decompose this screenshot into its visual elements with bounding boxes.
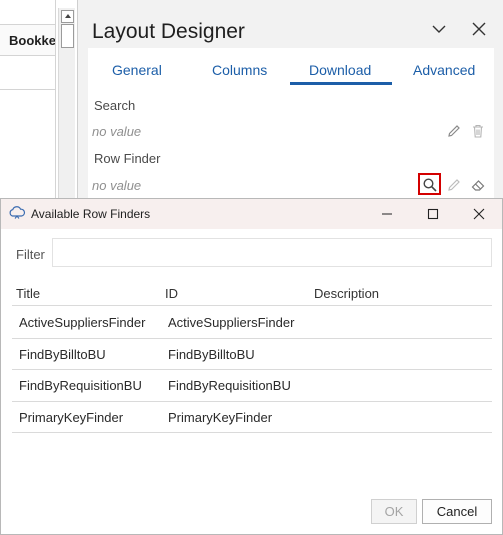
table-row[interactable]: PrimaryKeyFinder PrimaryKeyFinder: [12, 402, 492, 433]
row-title-cell: FindByBilltoBU: [19, 347, 106, 362]
table-row[interactable]: FindByBilltoBU FindByBilltoBU: [12, 339, 492, 370]
tab-general[interactable]: General: [112, 62, 162, 78]
chevron-down-icon[interactable]: [430, 20, 448, 38]
row-id-cell: ActiveSuppliersFinder: [168, 315, 295, 330]
minimize-button[interactable]: [364, 199, 410, 229]
column-header-id[interactable]: ID: [165, 286, 178, 301]
ok-button[interactable]: OK: [371, 499, 417, 524]
close-icon[interactable]: [471, 21, 487, 37]
row-finders-dialog: Available Row Finders Filter Title ID De…: [0, 198, 503, 535]
row-title-cell: ActiveSuppliersFinder: [19, 315, 146, 330]
layout-designer-panel: Layout Designer: [77, 0, 503, 200]
column-header-cell[interactable]: Bookkeeping: [0, 24, 56, 56]
filter-label: Filter: [16, 247, 45, 262]
column-header-title[interactable]: Title: [16, 286, 40, 301]
header-divider: [12, 305, 492, 306]
active-tab-indicator: [290, 82, 392, 85]
table-row[interactable]: ActiveSuppliersFinder ActiveSuppliersFin…: [12, 307, 492, 338]
dialog-close-button[interactable]: [456, 199, 502, 229]
row-title-cell: FindByRequisitionBU: [19, 378, 142, 393]
row-id-cell: PrimaryKeyFinder: [168, 410, 273, 425]
row-finder-search-button[interactable]: [418, 173, 441, 195]
tab-advanced[interactable]: Advanced: [413, 62, 475, 78]
search-field-label: Search: [94, 98, 136, 113]
row-id-cell: FindByRequisitionBU: [168, 378, 291, 393]
column-header-description[interactable]: Description: [314, 286, 379, 301]
vertical-scrollbar[interactable]: [58, 8, 75, 200]
column-divider: [55, 0, 56, 200]
table-row[interactable]: FindByRequisitionBU FindByRequisitionBU: [12, 370, 492, 401]
eraser-icon[interactable]: [470, 177, 486, 193]
panel-title: Layout Designer: [92, 20, 245, 43]
tab-download[interactable]: Download: [309, 62, 371, 78]
row-title-cell: PrimaryKeyFinder: [19, 410, 124, 425]
filter-input[interactable]: [52, 238, 492, 267]
pencil-icon[interactable]: [446, 177, 462, 193]
spreadsheet-row[interactable]: [0, 56, 56, 90]
dialog-titlebar[interactable]: Available Row Finders: [1, 199, 502, 229]
maximize-button[interactable]: [410, 199, 456, 229]
column-header-label: Bookkeeping: [9, 33, 56, 48]
row-divider: [12, 432, 492, 433]
background-spreadsheet: Bookkeeping: [0, 0, 58, 200]
row-finder-field-label: Row Finder: [94, 151, 161, 166]
scrollbar-thumb[interactable]: [61, 24, 74, 48]
cloud-app-icon: [8, 205, 26, 221]
dialog-title: Available Row Finders: [31, 207, 151, 221]
row-finder-field-value: no value: [92, 178, 142, 193]
search-field-value: no value: [92, 124, 142, 139]
row-id-cell: FindByBilltoBU: [168, 347, 255, 362]
trash-icon[interactable]: [470, 123, 486, 139]
cancel-button[interactable]: Cancel: [422, 499, 492, 524]
pencil-icon[interactable]: [446, 123, 462, 139]
scroll-up-arrow-icon[interactable]: [61, 10, 74, 23]
tab-columns[interactable]: Columns: [212, 62, 267, 78]
